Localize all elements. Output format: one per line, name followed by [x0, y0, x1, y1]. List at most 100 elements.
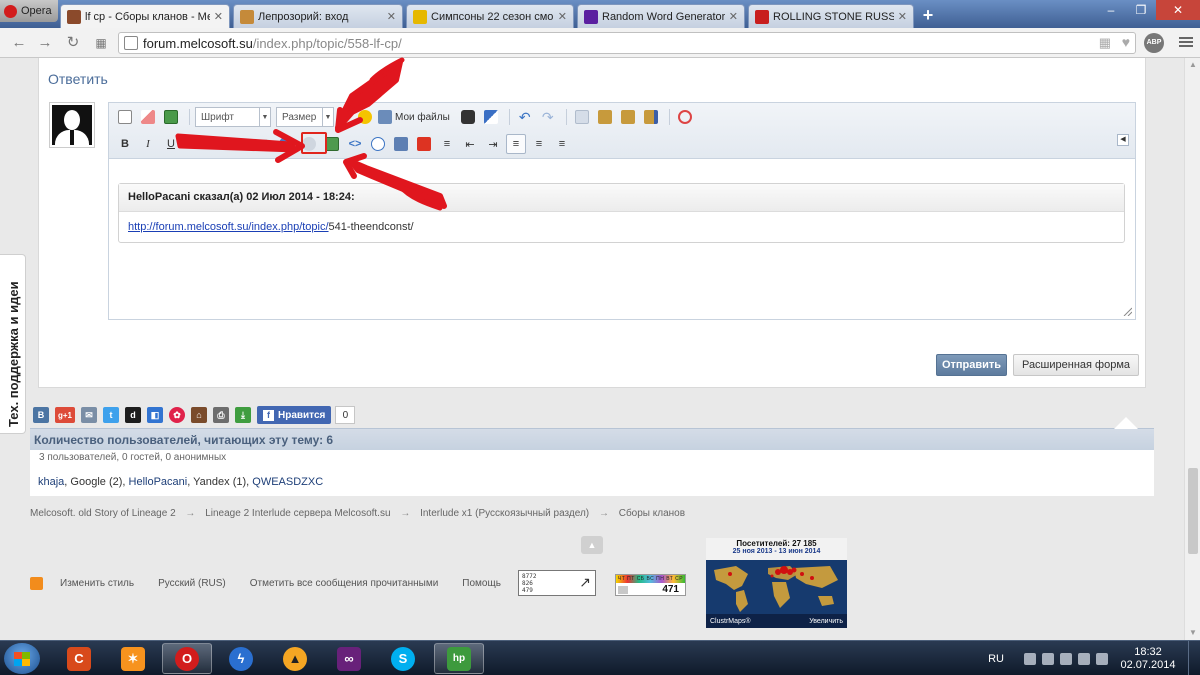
scrollbar-thumb[interactable] — [1188, 468, 1198, 554]
home-icon[interactable]: ⌂ — [191, 407, 207, 423]
reader-user[interactable]: HelloPacani — [129, 476, 188, 488]
page-scrollbar[interactable]: ▲ ▼ — [1184, 58, 1200, 640]
strike-icon[interactable]: S — [184, 134, 204, 154]
url-field[interactable]: forum.melcosoft.su/index.php/topic/558-l… — [118, 32, 1136, 54]
favorite-star-icon[interactable]: ✿ — [169, 407, 185, 423]
volume-icon[interactable] — [1096, 652, 1108, 665]
heart-bookmark-icon[interactable]: ♥ — [1122, 34, 1130, 50]
browser-menu-icon[interactable] — [1178, 34, 1194, 50]
vk-icon[interactable]: B — [33, 407, 49, 423]
aimp-icon[interactable]: ▲ — [270, 643, 320, 674]
tab-close-icon[interactable]: ✕ — [558, 10, 567, 23]
tray-arrow-icon[interactable] — [1024, 652, 1036, 665]
change-style-link[interactable]: Изменить стиль — [60, 578, 134, 589]
toolbar-collapse-icon[interactable]: ◀ — [1117, 134, 1129, 146]
facebook-like-button[interactable]: f Нравится — [257, 406, 332, 424]
paste-word-icon[interactable] — [641, 107, 661, 127]
back-arrow-icon[interactable]: ← — [10, 34, 28, 52]
youtube-icon[interactable] — [414, 134, 434, 154]
reload-icon[interactable]: ↻ — [64, 34, 82, 52]
scroll-up-icon[interactable]: ▲ — [1188, 60, 1198, 70]
support-side-tab[interactable]: Тех. поддержка и идеи — [0, 254, 26, 434]
code-icon[interactable]: <> — [345, 134, 365, 154]
indent-icon[interactable]: ⇥ — [483, 134, 503, 154]
reader-user[interactable]: QWEASDZXC — [252, 476, 323, 488]
maximize-icon[interactable]: ❐ — [1126, 0, 1156, 20]
minimize-icon[interactable]: – — [1096, 0, 1126, 20]
visit-counter-widget[interactable]: 8772 826 479 ↗ — [518, 570, 596, 596]
find-binoculars-icon[interactable] — [458, 107, 478, 127]
visualstudio-icon[interactable]: ∞ — [324, 643, 374, 674]
underline-button[interactable]: U — [161, 134, 181, 154]
language-link[interactable]: Русский (RUS) — [158, 578, 226, 589]
network-icon[interactable] — [1078, 652, 1090, 665]
undo-icon[interactable]: ↶ — [515, 107, 535, 127]
quote-link[interactable]: http://forum.melcosoft.su/index.php/topi… — [128, 221, 329, 233]
clustrmaps-widget[interactable]: Посетителей: 27 185 25 ноя 2013 - 13 июн… — [706, 538, 847, 628]
forward-arrow-icon[interactable]: → — [36, 34, 54, 52]
ccleaner-icon[interactable]: C — [54, 643, 104, 674]
submit-button[interactable]: Отправить — [936, 354, 1007, 376]
tab-rolling-stone[interactable]: ROLLING STONE RUSSIA ✕ — [748, 4, 914, 28]
copy-icon[interactable] — [572, 107, 592, 127]
speed-dial-add-icon[interactable]: ▦ — [1099, 35, 1111, 51]
link-icon[interactable] — [276, 134, 296, 154]
help-link[interactable]: Помощь — [462, 578, 501, 589]
align-center-icon[interactable]: ≡ — [529, 134, 549, 154]
align-right-icon[interactable]: ≡ — [552, 134, 572, 154]
spoiler-icon[interactable] — [391, 134, 411, 154]
bold-button[interactable]: B — [115, 134, 135, 154]
tab-close-icon[interactable]: ✕ — [898, 10, 907, 23]
tab-simpsons[interactable]: Симпсоны 22 сезон смо ✕ — [406, 4, 574, 28]
power-icon[interactable] — [1060, 652, 1072, 665]
rss-icon[interactable] — [30, 576, 43, 590]
scroll-to-top-button[interactable]: ▲ — [581, 536, 603, 554]
print-icon[interactable]: ⎙ — [213, 407, 229, 423]
tab-close-icon[interactable]: ✕ — [214, 10, 223, 23]
source-mode-icon[interactable] — [115, 107, 135, 127]
googleplus-icon[interactable]: g+1 — [55, 407, 75, 423]
close-window-icon[interactable]: ✕ — [1156, 0, 1200, 20]
language-indicator[interactable]: RU — [988, 653, 1004, 665]
ordered-list-icon[interactable]: ≡ — [437, 134, 457, 154]
my-files-button[interactable]: Мои файлы — [378, 110, 450, 124]
reader-user[interactable]: khaja — [38, 476, 64, 488]
show-desktop-button[interactable] — [1188, 641, 1200, 675]
size-select[interactable]: Размер ▼ — [276, 107, 334, 127]
resize-grip-icon[interactable] — [1122, 306, 1132, 316]
subscript-icon[interactable]: x₂ — [207, 134, 227, 154]
smiley-icon[interactable] — [355, 107, 375, 127]
paste-icon[interactable] — [595, 107, 615, 127]
hp-icon[interactable]: hp — [434, 643, 484, 674]
clustrmaps-zoom-link[interactable]: Увеличить — [809, 618, 843, 625]
breadcrumb-item[interactable]: Lineage 2 Interlude сервера Melcosoft.su — [205, 508, 390, 519]
delicious-icon[interactable]: ◧ — [147, 407, 163, 423]
breadcrumb-item[interactable]: Сборы кланов — [619, 508, 685, 519]
tab-random-word[interactable]: Random Word Generator ✕ — [577, 4, 745, 28]
preview-icon[interactable] — [675, 107, 695, 127]
redo-icon[interactable]: ↷ — [538, 107, 558, 127]
outdent-icon[interactable]: ⇤ — [460, 134, 480, 154]
clock[interactable]: 18:32 02.07.2014 — [1114, 646, 1182, 672]
superscript-icon[interactable]: x² — [230, 134, 250, 154]
scroll-down-icon[interactable]: ▼ — [1188, 628, 1198, 638]
digg-icon[interactable]: d — [125, 407, 141, 423]
speed-dial-grid-icon[interactable]: ▦ — [92, 34, 110, 52]
font-select[interactable]: Шрифт ▼ — [195, 107, 271, 127]
adblock-plus-icon[interactable]: ABP — [1144, 33, 1164, 53]
spellcheck-icon[interactable] — [481, 107, 501, 127]
start-button[interactable] — [4, 643, 40, 674]
email-icon[interactable]: ✉ — [81, 407, 97, 423]
thunder-icon[interactable]: ϟ — [216, 643, 266, 674]
breadcrumb-item[interactable]: Melcosoft. old Story of Lineage 2 — [30, 508, 176, 519]
avast-icon[interactable]: ✶ — [108, 643, 158, 674]
tab-forum[interactable]: lf cp - Сборы кланов - Ме ✕ — [60, 4, 230, 28]
flag-icon[interactable] — [1042, 652, 1054, 665]
italic-button[interactable]: I — [138, 134, 158, 154]
opera-menu-button[interactable]: Opera — [0, 0, 58, 22]
align-left-icon[interactable]: ≡ — [506, 134, 526, 154]
weekly-counter-widget[interactable]: ЧТ ПТ СБ ВС ПН ВТ СР 471 — [615, 574, 686, 596]
quote-icon[interactable] — [368, 134, 388, 154]
tab-leprosorium[interactable]: Лепрозорий: вход ✕ — [233, 4, 403, 28]
page-info-icon[interactable] — [124, 36, 138, 50]
